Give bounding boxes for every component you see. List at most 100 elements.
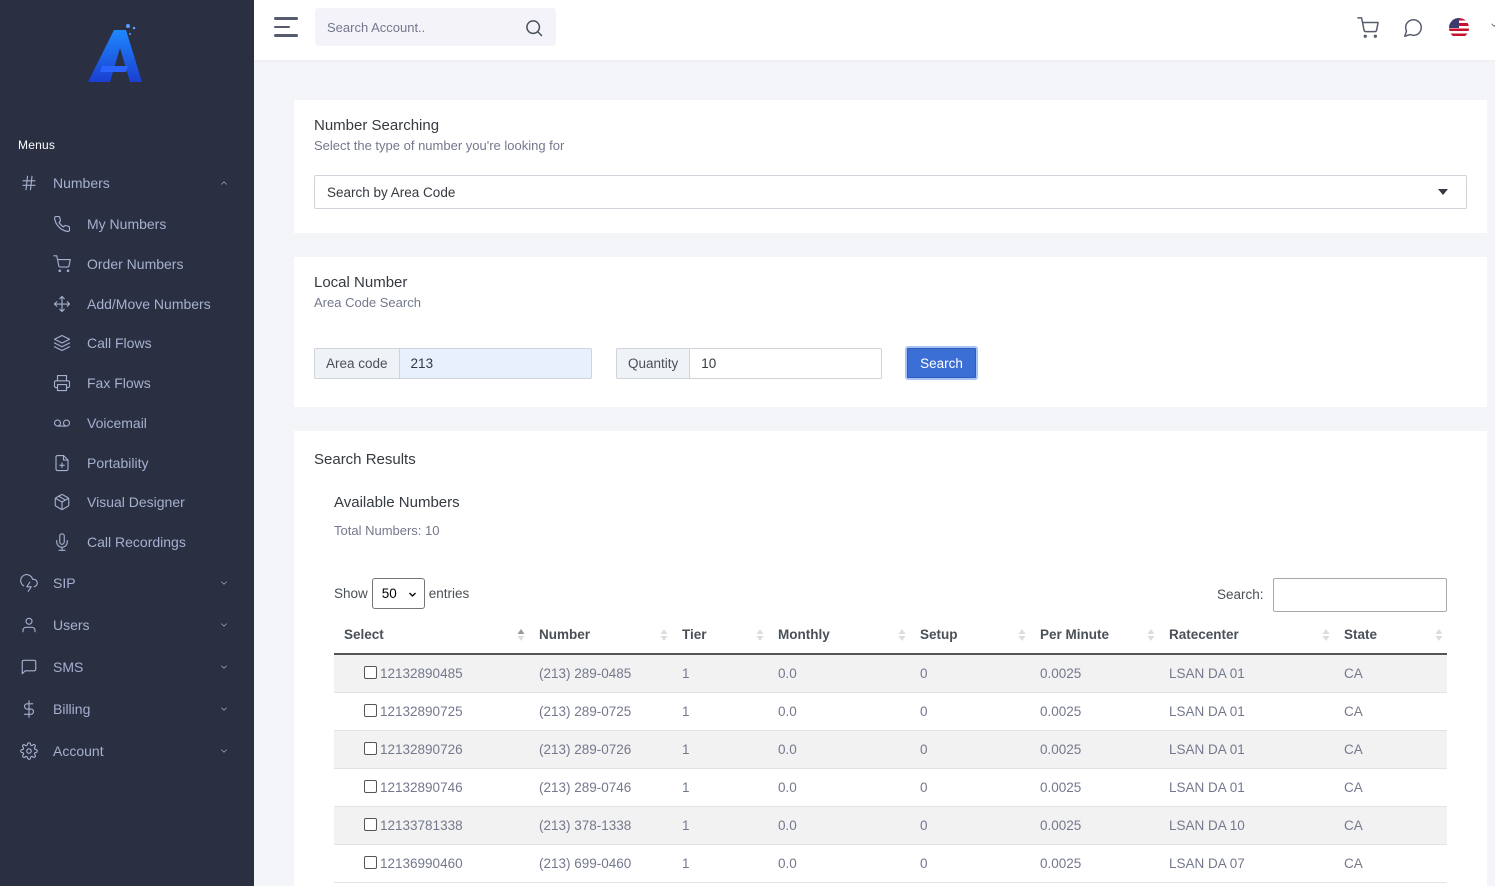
ratecenter-cell: LSAN DA 01 (1159, 654, 1334, 693)
number-cell: (213) 289-0726 (529, 730, 672, 769)
row-checkbox[interactable] (364, 817, 377, 831)
nav-numbers[interactable]: Numbers (0, 163, 254, 203)
row-checkbox[interactable] (364, 741, 377, 755)
row-checkbox[interactable] (364, 703, 377, 717)
number-searching-title: Number Searching (314, 117, 440, 134)
nav-label: Users (53, 617, 90, 633)
monthly-cell: 0.0 (768, 844, 910, 883)
search-button[interactable]: Search (905, 346, 978, 380)
col-monthly[interactable]: Monthly (768, 616, 910, 655)
col-state[interactable]: State (1334, 616, 1447, 655)
col-select[interactable]: Select (334, 616, 529, 655)
setup-cell: 0 (910, 654, 1030, 693)
nav-numbers-label: Numbers (53, 175, 110, 191)
sidebar-item-label: Visual Designer (87, 494, 185, 510)
printer-icon (52, 373, 72, 393)
nav-sip[interactable]: SIP (0, 563, 254, 603)
cart-icon (52, 254, 72, 274)
setup-cell: 0 (910, 844, 1030, 883)
tier-cell: 1 (672, 654, 768, 693)
state-cell: CA (1334, 768, 1447, 807)
entries-select[interactable]: 50 (371, 578, 425, 609)
col-setup[interactable]: Setup (910, 616, 1030, 655)
sort-icon (756, 629, 764, 641)
cart-icon[interactable] (1357, 17, 1379, 39)
col-tier[interactable]: Tier (672, 616, 768, 655)
nav-label: SIP (53, 575, 76, 591)
table-row: 12132890725 (213) 289-0725 1 0.0 0 0.002… (334, 692, 1447, 731)
sidebar-item-my-numbers[interactable]: My Numbers (0, 204, 254, 244)
col-number[interactable]: Number (529, 616, 672, 655)
monthly-cell: 0.0 (768, 806, 910, 845)
sidebar-item-visual-designer[interactable]: Visual Designer (0, 482, 254, 522)
nav-users[interactable]: Users (0, 605, 254, 645)
quantity-input[interactable]: 10 (690, 349, 881, 378)
hamburger-menu-icon[interactable] (274, 17, 298, 37)
sidebar-item-label: Add/Move Numbers (87, 296, 211, 312)
sort-asc-icon (517, 629, 525, 641)
account-search (315, 8, 556, 46)
microphone-icon (52, 532, 72, 552)
sidebar-item-call-flows[interactable]: Call Flows (0, 323, 254, 363)
row-checkbox[interactable] (364, 779, 377, 793)
brand-logo[interactable] (86, 22, 146, 86)
col-per-minute[interactable]: Per Minute (1030, 616, 1159, 655)
state-cell: CA (1334, 692, 1447, 731)
table-search-label: Search: (1217, 587, 1264, 602)
sidebar-item-voicemail[interactable]: Voicemail (0, 403, 254, 443)
sidebar-item-order-numbers[interactable]: Order Numbers (0, 244, 254, 284)
nav-label: Account (53, 743, 104, 759)
per-minute-cell: 0.0025 (1030, 692, 1159, 731)
nav-billing[interactable]: Billing (0, 689, 254, 729)
search-type-select[interactable]: Search by Area Code (314, 175, 1467, 209)
sidebar-item-fax-flows[interactable]: Fax Flows (0, 363, 254, 403)
sort-icon (898, 629, 906, 641)
sidebar: Menus Numbers My Numbers Order Numbers A… (0, 0, 254, 886)
us-flag-icon[interactable] (1449, 18, 1469, 38)
package-icon (52, 492, 72, 512)
table-search-input[interactable] (1273, 578, 1447, 612)
tier-cell: 1 (672, 844, 768, 883)
dollar-icon (19, 699, 39, 719)
show-label: Show (334, 586, 368, 601)
chevron-down-icon (408, 592, 416, 597)
sidebar-item-portability[interactable]: Portability (0, 443, 254, 483)
move-icon (52, 294, 72, 314)
row-checkbox[interactable] (364, 855, 377, 869)
per-minute-cell: 0.0025 (1030, 806, 1159, 845)
chevron-down-icon[interactable] (1489, 20, 1495, 30)
sidebar-item-label: Voicemail (87, 415, 147, 431)
search-results-title: Search Results (314, 451, 416, 468)
setup-cell: 0 (910, 692, 1030, 731)
number-cell: (213) 378-1338 (529, 806, 672, 845)
file-plus-icon (52, 453, 72, 473)
results-table: Select Number Tier Monthly Setup Per Min… (334, 616, 1447, 883)
sidebar-item-call-recordings[interactable]: Call Recordings (0, 522, 254, 562)
select-cell: 12132890726 (334, 730, 529, 769)
chevron-down-icon (218, 577, 230, 589)
total-numbers: Total Numbers: 10 (334, 523, 440, 538)
table-header-row: Select Number Tier Monthly Setup Per Min… (334, 616, 1447, 655)
local-number-subtitle: Area Code Search (314, 295, 421, 310)
sort-icon (1147, 629, 1155, 641)
search-input[interactable] (315, 8, 515, 46)
top-header (254, 0, 1495, 60)
user-icon (19, 615, 39, 635)
monthly-cell: 0.0 (768, 768, 910, 807)
row-checkbox[interactable] (364, 665, 377, 679)
table-row: 12136990460 (213) 699-0460 1 0.0 0 0.002… (334, 844, 1447, 883)
nav-sms[interactable]: SMS (0, 647, 254, 687)
number-cell: (213) 289-0725 (529, 692, 672, 731)
nav-account[interactable]: Account (0, 731, 254, 771)
sidebar-item-add-move-numbers[interactable]: Add/Move Numbers (0, 284, 254, 324)
search-icon[interactable] (524, 18, 544, 38)
state-cell: CA (1334, 730, 1447, 769)
sidebar-item-label: Fax Flows (87, 375, 151, 391)
tier-cell: 1 (672, 768, 768, 807)
sidebar-item-label: Order Numbers (87, 256, 184, 272)
col-ratecenter[interactable]: Ratecenter (1159, 616, 1334, 655)
area-code-input[interactable]: 213 (399, 349, 591, 378)
sort-icon (1322, 629, 1330, 641)
chat-icon[interactable] (1402, 17, 1424, 39)
setup-cell: 0 (910, 730, 1030, 769)
